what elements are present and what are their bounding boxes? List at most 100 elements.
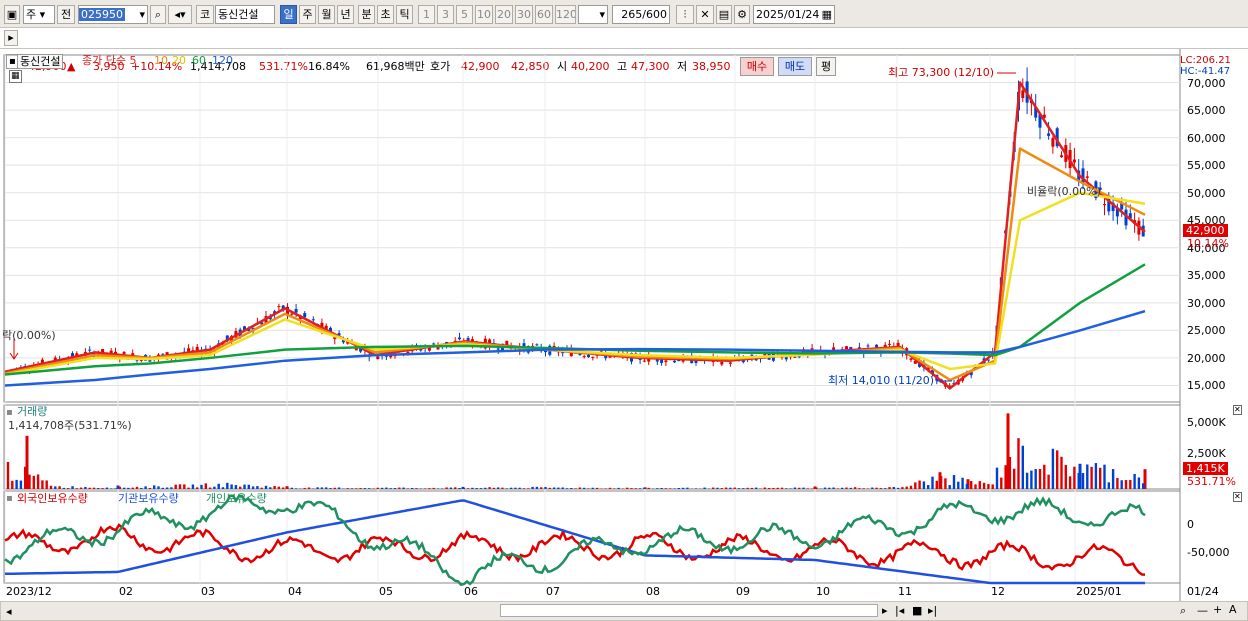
price-panel-title[interactable]: 동신건설 — [17, 54, 64, 69]
close-icon[interactable]: ✕ — [1233, 492, 1242, 502]
candle-body — [294, 308, 298, 313]
volume-bar — [1099, 467, 1102, 489]
volume-bar — [686, 487, 689, 489]
ma60-label[interactable]: 60 — [192, 54, 206, 67]
candle-icon[interactable]: ⫶ — [676, 5, 694, 24]
volume-bar — [385, 487, 388, 489]
chart-area[interactable] — [0, 49, 1248, 621]
volume-bar — [888, 487, 891, 489]
interval-3[interactable]: 3 — [437, 5, 454, 24]
volume-bar — [97, 487, 100, 489]
exchange-button[interactable]: 코 — [196, 5, 214, 24]
ma20-label[interactable]: 20 — [172, 54, 186, 67]
volume-bar — [522, 488, 526, 489]
prev-button[interactable]: 전 — [57, 5, 75, 24]
ma-label[interactable]: 종가 단순 5 — [82, 54, 136, 67]
gear-icon[interactable]: ⚙ — [734, 5, 750, 24]
text-icon[interactable]: A — [1229, 603, 1237, 616]
search-icon[interactable]: ⌕ — [150, 5, 166, 24]
volume-title[interactable]: 거래량 — [17, 405, 47, 418]
volume-panel-icon[interactable]: ▪ — [6, 406, 13, 419]
volume-bar — [630, 488, 633, 489]
volume-bar — [535, 486, 539, 489]
save-icon[interactable]: ▤ — [716, 5, 732, 24]
interval-30[interactable]: 30 — [515, 5, 533, 24]
institution-holding-label[interactable]: 기관보유수량 — [118, 492, 179, 505]
date-field[interactable]: 2025/01/24 ▦ — [753, 5, 835, 24]
interval-select[interactable]: ▾ — [578, 5, 608, 24]
candle-body — [311, 319, 315, 321]
scroll-right-icon[interactable]: ▸ — [882, 604, 888, 617]
count-field[interactable]: 265/600 — [612, 5, 670, 24]
volume-bar — [501, 487, 504, 489]
volume-bar — [466, 488, 470, 489]
interval-120[interactable]: 120 — [555, 5, 576, 24]
chevron-down-icon: ▾ — [599, 8, 605, 21]
interval-5[interactable]: 5 — [456, 5, 473, 24]
toggle-icon[interactable]: ▸ — [4, 30, 18, 46]
holding-panel-icon[interactable]: ▪ — [6, 492, 13, 505]
tab-week[interactable]: 주 — [299, 5, 316, 24]
zoom-out-icon[interactable]: — — [1197, 604, 1208, 617]
foreign-holding-label[interactable]: 외국인보유수량 — [17, 492, 88, 505]
individual-holding-label[interactable]: 개인보유수량 — [206, 492, 267, 505]
volume-bar — [509, 487, 513, 489]
last-page-icon[interactable]: ▸| — [928, 604, 937, 617]
tab-second[interactable]: 초 — [377, 5, 394, 24]
volume-bar — [574, 488, 577, 489]
crosshair-icon[interactable]: ✕ — [696, 5, 714, 24]
market-select[interactable]: 주 ▾ — [23, 5, 55, 24]
candle-body — [888, 343, 891, 345]
price-tick: 55,000 — [1187, 159, 1226, 173]
volume-bar — [1120, 480, 1123, 489]
interval-10[interactable]: 10 — [475, 5, 493, 24]
volume-bar — [221, 487, 225, 489]
volume-bar — [234, 485, 238, 489]
speaker-icon[interactable]: ◂▾ — [168, 5, 192, 24]
interval-20[interactable]: 20 — [495, 5, 513, 24]
stock-name[interactable]: 동신건설 — [215, 5, 275, 24]
volume-bar — [200, 484, 203, 489]
candle-body — [1085, 176, 1089, 178]
tab-year[interactable]: 년 — [337, 5, 354, 24]
volume-bar — [802, 487, 805, 489]
volume-bar — [729, 487, 732, 489]
volume-bar — [733, 487, 736, 489]
price-tick: 20,000 — [1187, 351, 1226, 365]
tab-tick[interactable]: 틱 — [396, 5, 413, 24]
interval-60[interactable]: 60 — [535, 5, 553, 24]
ma5-line — [4, 81, 1146, 390]
volume-bar — [660, 487, 663, 489]
volume-bar — [92, 487, 96, 489]
volume-bar — [681, 487, 685, 489]
tab-day[interactable]: 일 — [280, 5, 297, 24]
volume-bar — [110, 488, 113, 489]
volume-bar — [583, 487, 586, 489]
interval-1[interactable]: 1 — [418, 5, 435, 24]
chevron-down-icon[interactable]: ▾ — [139, 6, 145, 23]
scroll-thumb[interactable] — [500, 604, 878, 617]
stop-icon[interactable]: ■ — [912, 604, 922, 617]
candle-body — [578, 353, 582, 356]
volume-bar — [931, 476, 934, 489]
ma10-label[interactable]: 10 — [154, 54, 168, 67]
volume-bar — [144, 486, 147, 489]
x-axis-label: 2023/12 — [6, 585, 52, 598]
calendar-icon[interactable]: ▦ — [822, 6, 832, 23]
tab-minute[interactable]: 분 — [358, 5, 375, 24]
code-value: 025950 — [79, 8, 125, 21]
candle-body — [664, 360, 668, 363]
ma120-label[interactable]: 120 — [212, 54, 233, 67]
volume-bar — [251, 486, 255, 489]
calculator-icon[interactable]: ▦ — [9, 70, 22, 83]
zoom-in-icon[interactable]: + — [1213, 603, 1222, 616]
code-input[interactable]: 025950 ▾ — [78, 5, 148, 24]
zoom-icon[interactable]: ⌕ — [1180, 604, 1186, 617]
tab-month[interactable]: 월 — [318, 5, 335, 24]
candle-body — [1021, 90, 1025, 99]
first-page-icon[interactable]: |◂ — [895, 604, 904, 617]
window-icon[interactable]: ▣ — [4, 5, 20, 24]
close-icon[interactable]: ✕ — [1233, 405, 1242, 415]
candle-body — [1047, 133, 1051, 136]
scroll-left-icon[interactable]: ◂ — [6, 605, 12, 618]
